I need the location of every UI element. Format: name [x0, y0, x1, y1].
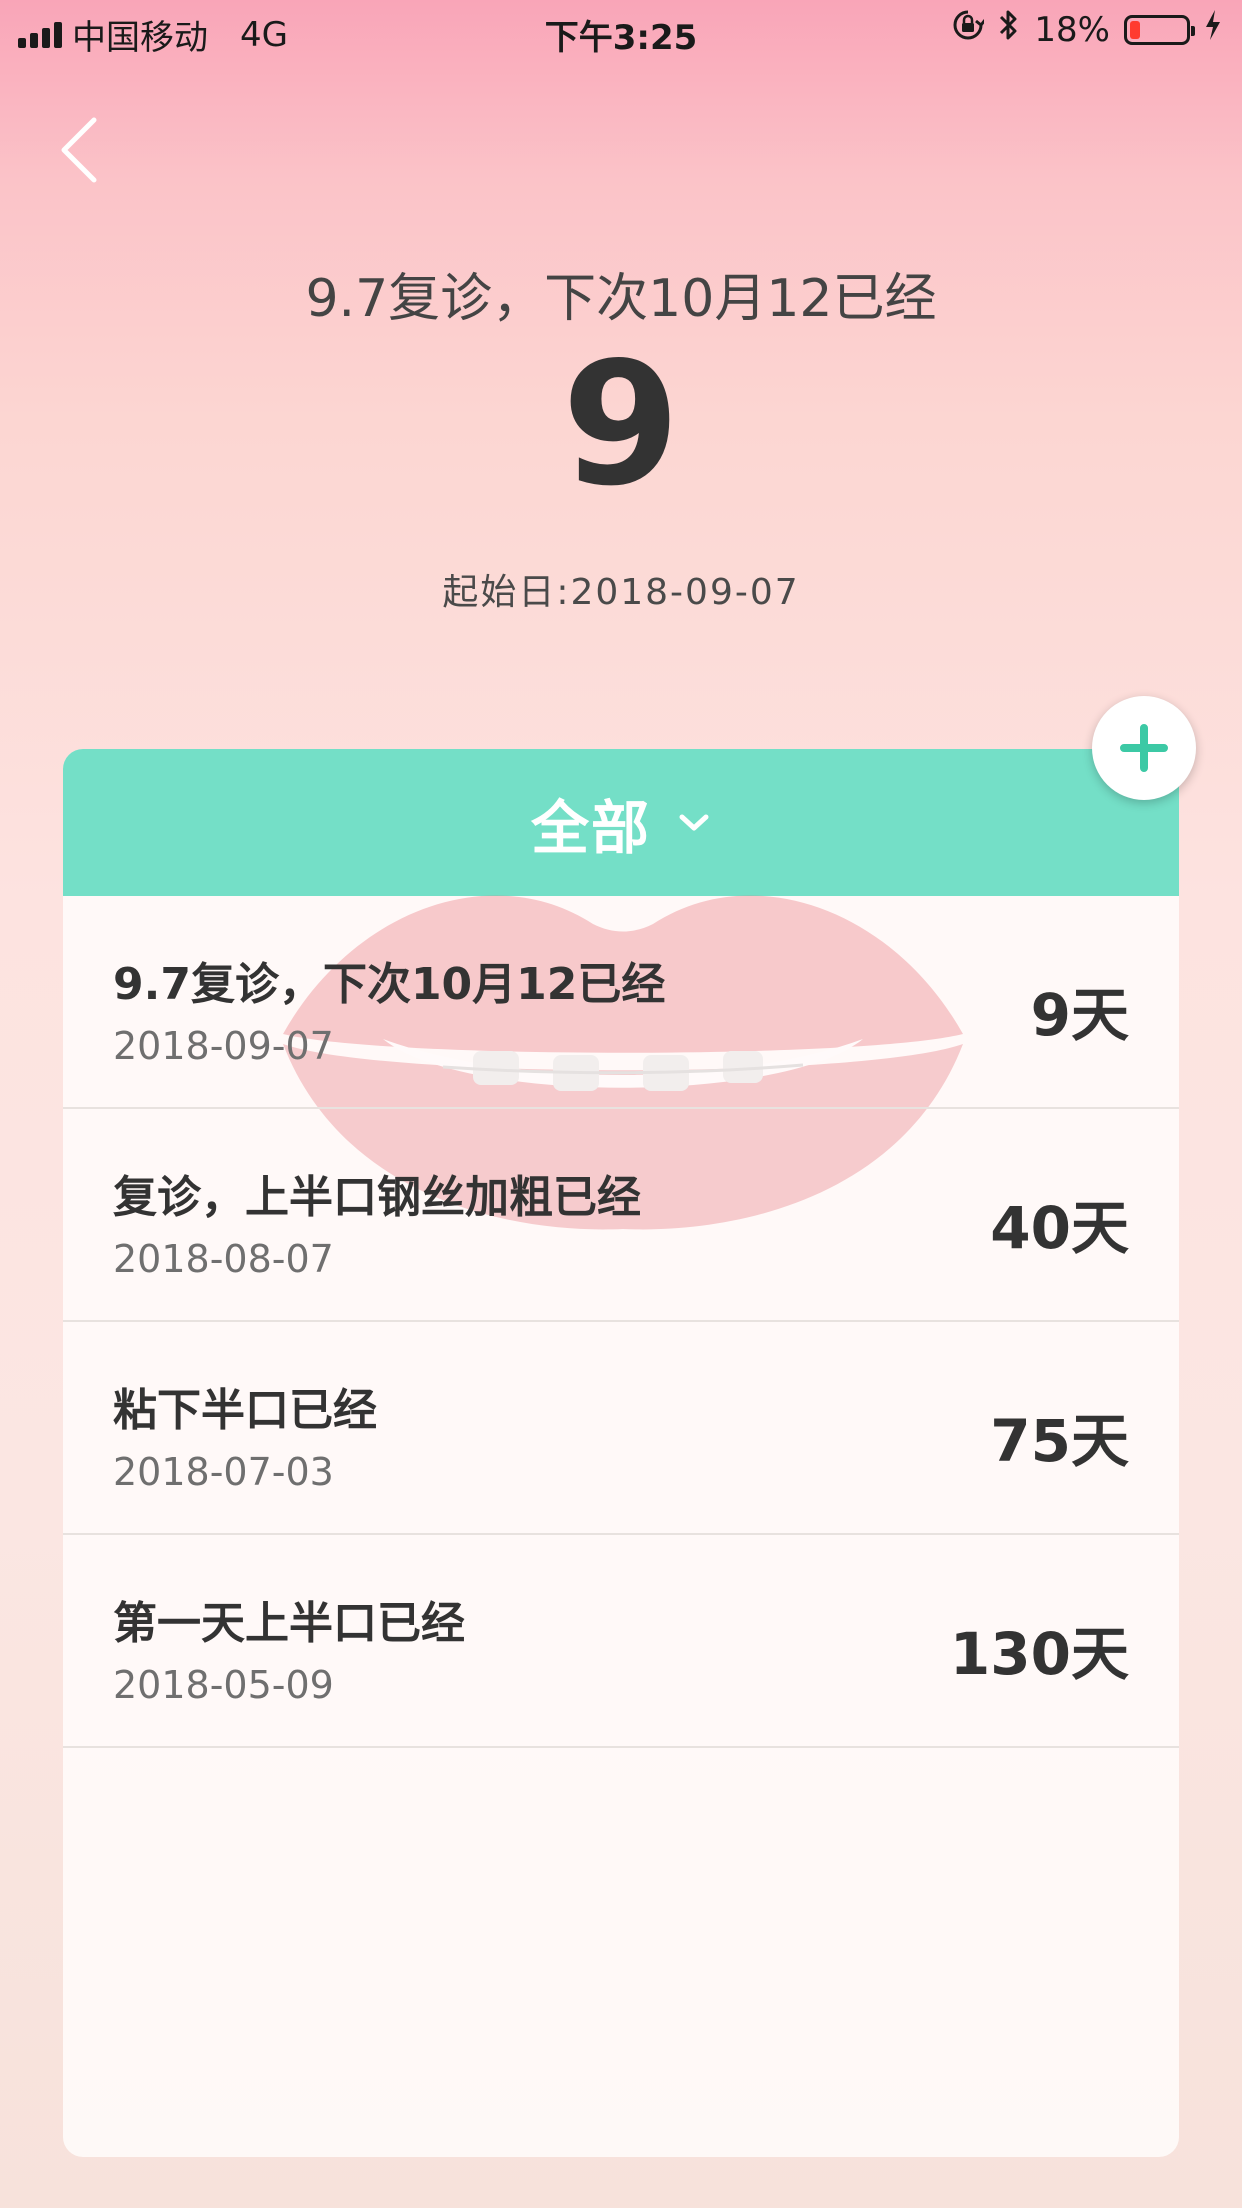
- list-item[interactable]: 复诊，上半口钢丝加粗已经 2018-08-07 40天: [63, 1109, 1179, 1322]
- item-title: 粘下半口已经: [113, 1385, 377, 1436]
- charging-icon: [1204, 9, 1222, 50]
- item-days: 75天: [990, 1407, 1129, 1475]
- rotation-lock-icon: [952, 9, 987, 50]
- item-days: 130天: [949, 1620, 1129, 1688]
- item-date: 2018-09-07: [113, 1024, 334, 1068]
- event-list: 9.7复诊，下次10月12已经 2018-09-07 9天 复诊，上半口钢丝加粗…: [63, 896, 1179, 1748]
- list-item[interactable]: 第一天上半口已经 2018-05-09 130天: [63, 1535, 1179, 1748]
- item-title: 第一天上半口已经: [113, 1598, 465, 1649]
- battery-icon: [1124, 14, 1195, 45]
- back-button[interactable]: [50, 110, 120, 190]
- battery-percent: 18%: [1034, 9, 1110, 50]
- bluetooth-icon: [998, 8, 1020, 51]
- battery-fill: [1130, 20, 1140, 39]
- item-title: 复诊，上半口钢丝加粗已经: [113, 1172, 641, 1223]
- item-date: 2018-07-03: [113, 1450, 334, 1494]
- item-title: 9.7复诊，下次10月12已经: [113, 959, 666, 1010]
- filter-label: 全部: [530, 793, 651, 862]
- status-right: 18%: [952, 8, 1222, 51]
- event-card: 全部 9.7复诊，下次10月12已经 2018-09-07 9天 复诊，上半口钢…: [63, 749, 1179, 2157]
- filter-dropdown[interactable]: 全部: [63, 749, 1179, 896]
- days-count: 9: [561, 326, 681, 524]
- chevron-down-icon: [679, 814, 709, 830]
- list-item[interactable]: 粘下半口已经 2018-07-03 75天: [63, 1322, 1179, 1535]
- item-date: 2018-05-09: [113, 1663, 334, 1707]
- status-bar: 中国移动 4G 下午3:25 18%: [0, 0, 1242, 60]
- item-date: 2018-08-07: [113, 1237, 334, 1281]
- list-item[interactable]: 9.7复诊，下次10月12已经 2018-09-07 9天: [63, 896, 1179, 1109]
- page-title: 9.7复诊，下次10月12已经: [305, 269, 937, 329]
- plus-icon: [1120, 724, 1168, 772]
- item-days: 9天: [1030, 981, 1129, 1049]
- chevron-left-icon: [61, 117, 97, 183]
- add-button[interactable]: [1092, 696, 1196, 800]
- start-date: 起始日:2018-09-07: [442, 572, 800, 613]
- item-days: 40天: [990, 1194, 1129, 1262]
